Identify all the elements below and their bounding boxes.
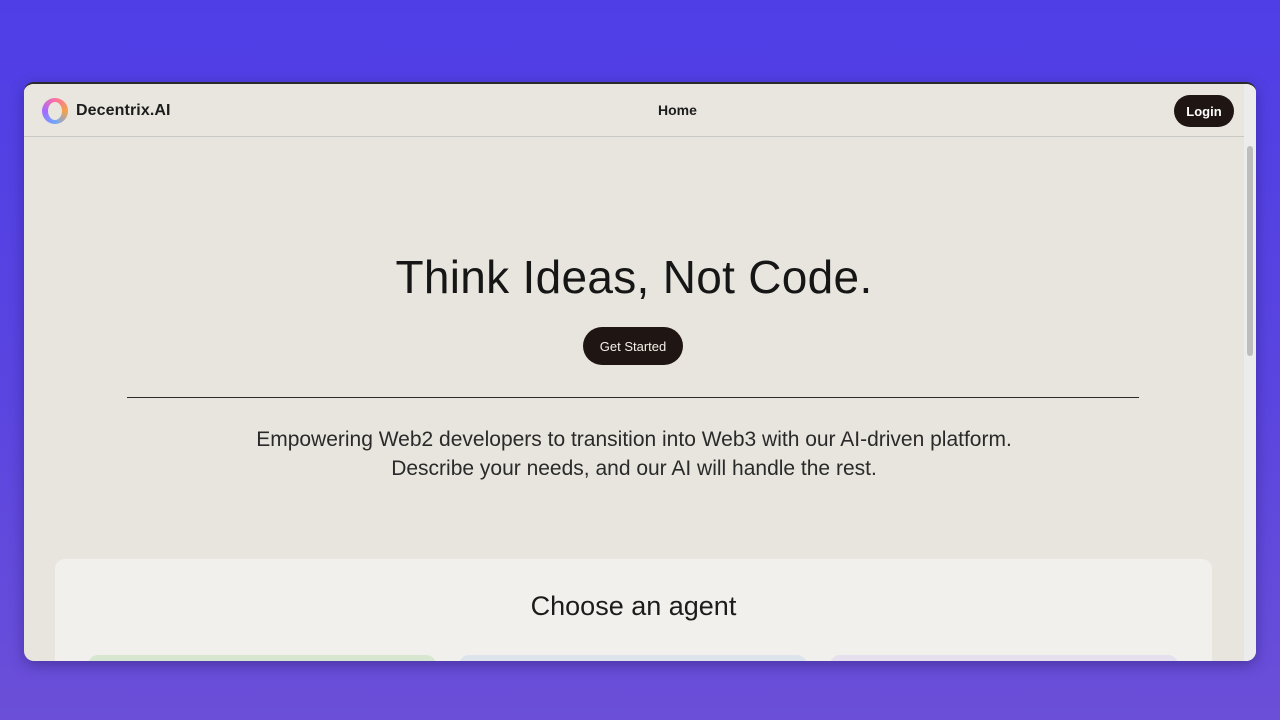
browser-window: Decentrix.AI Home Login Think Ideas, Not… (24, 82, 1256, 661)
nav-home-link[interactable]: Home (658, 102, 697, 118)
hero-title: Think Ideas, Not Code. (395, 251, 873, 303)
main-content: Think Ideas, Not Code. Get Started Empow… (24, 138, 1244, 661)
vertical-scrollbar[interactable] (1244, 84, 1256, 661)
ring-logo-icon (42, 98, 68, 124)
navbar: Decentrix.AI Home Login (24, 84, 1244, 137)
choose-agent-title: Choose an agent (530, 591, 737, 621)
agent-tile-3[interactable] (830, 655, 1178, 661)
scrollbar-thumb[interactable] (1247, 146, 1253, 356)
login-button[interactable]: Login (1174, 95, 1234, 127)
subtitle-line-2: Describe your needs, and our AI will han… (391, 457, 877, 480)
agent-tile-1[interactable] (88, 655, 436, 661)
hero-subtitle: Empowering Web2 developers to transition… (24, 425, 1244, 483)
agent-tile-2[interactable] (459, 655, 807, 661)
get-started-button[interactable]: Get Started (583, 327, 683, 365)
choose-agent-section: Choose an agent (55, 559, 1212, 661)
subtitle-line-1: Empowering Web2 developers to transition… (256, 428, 1012, 451)
brand-name: Decentrix.AI (76, 102, 171, 119)
divider (127, 397, 1139, 398)
brand[interactable]: Decentrix.AI (42, 98, 171, 124)
